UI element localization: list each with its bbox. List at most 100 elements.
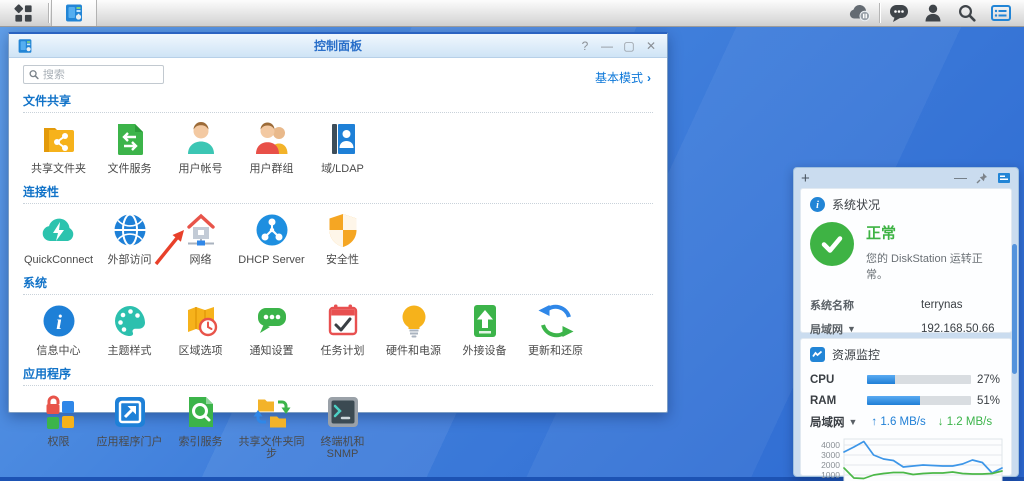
item-label: 域/LDAP [321, 163, 364, 175]
item-label: DHCP Server [238, 254, 305, 266]
item-indexing[interactable]: 索引服务 [165, 391, 236, 460]
sections-container: 文件共享共享文件夹 文件服务 用户帐号 用户群组 域/LDAP 连接性 QuickConne… [23, 92, 653, 460]
item-folder-sync[interactable]: 共享文件夹同步 [236, 391, 307, 460]
item-privileges[interactable]: 权限 [23, 391, 94, 460]
system-health-widget: + — i 系统状况 正常 您的 DiskStation 运转正常。 系统名称 … [793, 167, 1019, 481]
item-update-restore[interactable]: 更新和还原 [520, 300, 591, 357]
section-header-3: 应用程序 [23, 365, 653, 386]
item-label: 用户帐号 [178, 163, 223, 175]
ram-row: RAM 51% [810, 390, 1002, 411]
item-label: 终端机和 SNMP [320, 436, 365, 460]
item-hardware-power[interactable]: 硬件和电源 [378, 300, 449, 357]
update-restore-icon [538, 304, 573, 338]
item-label: QuickConnect [23, 254, 94, 266]
main-menu-button[interactable] [0, 0, 46, 26]
item-notification[interactable]: 通知设置 [236, 300, 307, 357]
item-label: 权限 [47, 436, 70, 448]
add-widget-button[interactable]: + [801, 171, 810, 186]
network-icon [186, 213, 215, 246]
app-portal-icon [114, 397, 145, 427]
section-header-2: 系统 [23, 274, 653, 295]
item-terminal-snmp[interactable]: 终端机和 SNMP [307, 391, 378, 460]
lan-throughput-chart: 01000200030004000 [810, 435, 1003, 481]
close-button[interactable]: ✕ [643, 38, 659, 54]
lan-speed-dropdown-caret[interactable]: ▼ [849, 417, 858, 427]
item-user-account[interactable]: 用户帐号 [165, 118, 236, 175]
up-arrow-icon: ↑ [871, 416, 878, 428]
item-file-services[interactable]: 文件服务 [94, 118, 165, 175]
control-panel-taskbar-button[interactable] [51, 0, 97, 26]
user-group-icon [255, 122, 287, 154]
task-scheduler-icon [328, 304, 357, 336]
system-name-row: 系统名称 terrynas [810, 293, 1002, 317]
cpu-bar [867, 375, 971, 384]
resource-monitor-title: 资源监控 [832, 348, 881, 362]
help-button[interactable]: ? [577, 38, 593, 54]
hardware-power-icon [402, 305, 425, 338]
cloud-sync-button[interactable] [843, 0, 877, 26]
item-label: 硬件和电源 [386, 345, 441, 357]
item-app-portal[interactable]: 应用程序门户 [94, 391, 165, 460]
item-regional[interactable]: 区域选项 [165, 300, 236, 357]
pin-icon[interactable] [976, 172, 988, 184]
widget-panel-icon[interactable] [997, 172, 1011, 184]
system-name-value: terrynas [921, 299, 963, 311]
item-label: 外部访问 [107, 254, 152, 266]
section-items-0: 共享文件夹 文件服务 用户帐号 用户群组 域/LDAP [23, 118, 653, 175]
status-text: 正常 [866, 225, 897, 242]
basic-mode-label: 基本模式 [594, 71, 643, 85]
lan-speed-row: 局域网 ▼ ↑ 1.6 MB/s ↓ 1.2 MB/s [810, 411, 1002, 433]
user-account-icon [187, 122, 214, 154]
lan-label: 局域网 [810, 324, 843, 336]
item-task-scheduler[interactable]: 任务计划 [307, 300, 378, 357]
theme-icon [114, 306, 145, 336]
taskbar [0, 0, 1024, 27]
item-domain-ldap[interactable]: 域/LDAP [307, 118, 378, 175]
minimize-button[interactable]: — [599, 38, 615, 54]
lan-dropdown-caret[interactable]: ▼ [847, 324, 856, 334]
item-label: 外接设备 [462, 345, 507, 357]
info-center-icon: i [43, 305, 74, 337]
item-theme[interactable]: 主题样式 [94, 300, 165, 357]
section-header-1: 连接性 [23, 183, 653, 204]
item-user-group[interactable]: 用户群组 [236, 118, 307, 175]
lan-speed-label: 局域网 [810, 417, 845, 429]
item-network[interactable]: 网络 [165, 209, 236, 266]
chevron-right-icon: › [647, 70, 651, 85]
item-external-access[interactable]: 外部访问 [94, 209, 165, 266]
taskbar-separator [48, 3, 49, 23]
folder-sync-icon [253, 399, 290, 428]
item-quickconnect[interactable]: QuickConnect [23, 209, 94, 266]
collapse-widget-button[interactable]: — [954, 171, 967, 184]
system-name-label: 系统名称 [810, 300, 854, 312]
shared-folder-icon [43, 128, 74, 152]
section-header-0: 文件共享 [23, 92, 653, 113]
item-dhcp-server[interactable]: DHCP Server [236, 209, 307, 266]
search-button[interactable] [950, 0, 984, 26]
item-shared-folder[interactable]: 共享文件夹 [23, 118, 94, 175]
resource-monitor-panel: 资源监控 CPU 27% RAM 51% 局域网 ▼ ↑ 1.6 MB/s ↓ … [800, 338, 1012, 481]
search-input[interactable] [42, 68, 158, 81]
svg-text:i: i [816, 200, 819, 211]
item-security[interactable]: 安全性 [307, 209, 378, 266]
maximize-button[interactable]: ▢ [621, 38, 637, 54]
dhcp-server-icon [256, 214, 287, 246]
item-label: 网络 [189, 254, 212, 266]
item-external-device[interactable]: 外接设备 [449, 300, 520, 357]
chat-bubble-icon [890, 4, 908, 22]
widget-scrollbar-thumb[interactable] [1012, 244, 1017, 374]
notifications-button[interactable] [882, 0, 916, 26]
indexing-icon [188, 397, 213, 427]
item-info-center[interactable]: i 信息中心 [23, 300, 94, 357]
user-menu-button[interactable] [916, 0, 950, 26]
quickconnect-icon [42, 218, 73, 241]
item-label: 任务计划 [320, 345, 365, 357]
widgets-button[interactable] [984, 0, 1018, 26]
basic-mode-link[interactable]: 基本模式 › [595, 69, 651, 86]
regional-icon [187, 307, 217, 337]
widget-header: + — [794, 168, 1018, 188]
window-titlebar[interactable]: 控制面板 ? — ▢ ✕ [9, 34, 667, 58]
svg-text:2000: 2000 [821, 460, 840, 470]
item-label: 索引服务 [178, 436, 223, 448]
info-icon: i [810, 197, 825, 212]
